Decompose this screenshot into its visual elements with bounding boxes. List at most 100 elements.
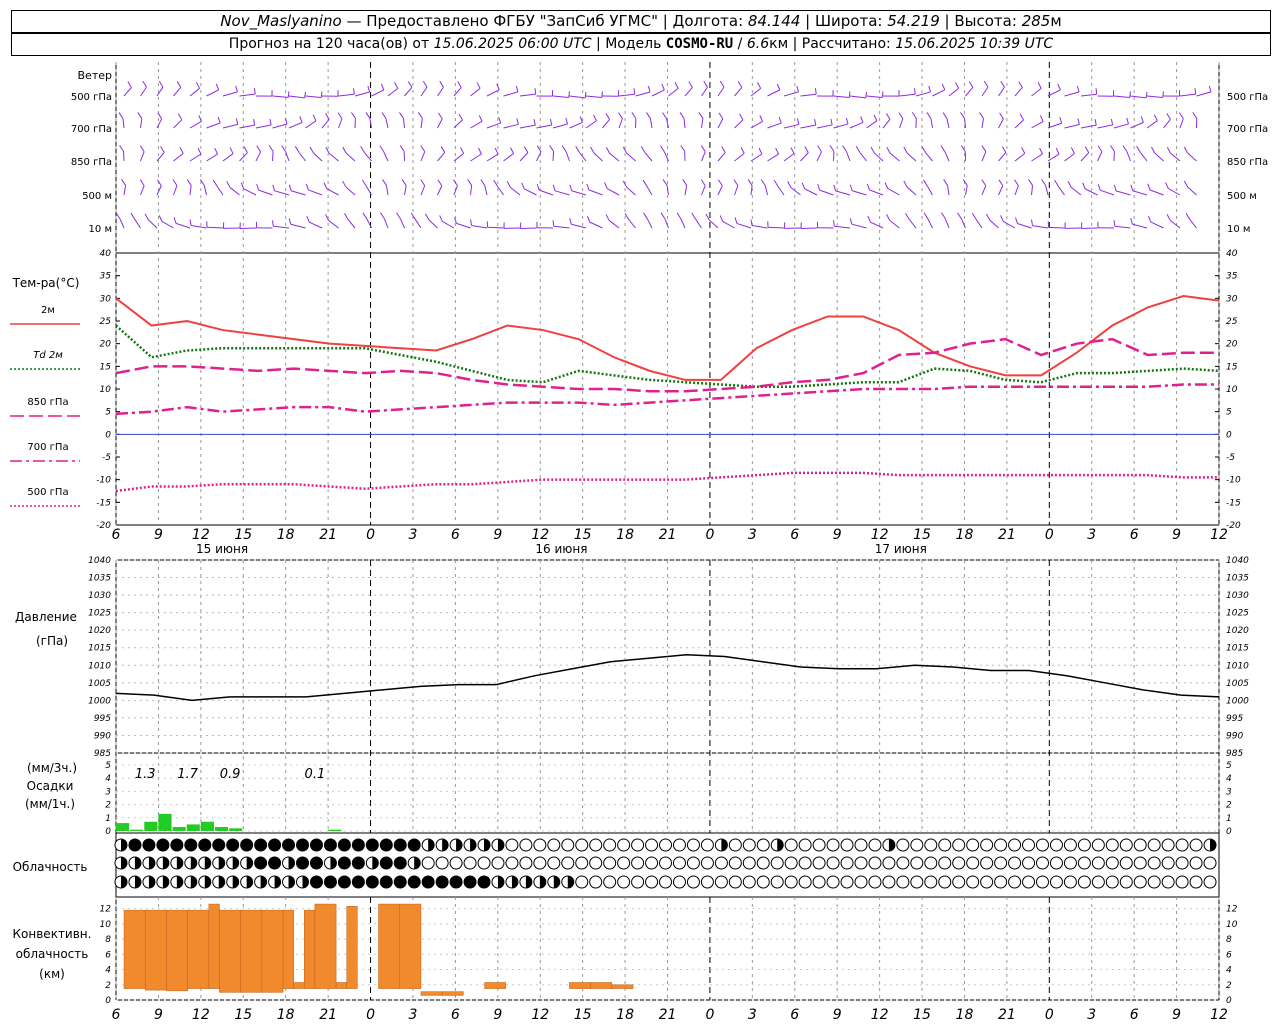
wind-barb: [1031, 153, 1043, 162]
y-tick-label: 12: [100, 905, 112, 915]
wind-barb-flag: [957, 212, 962, 219]
wind-barb-flag: [1150, 146, 1156, 154]
wind-barb-flag: [586, 215, 591, 223]
cloud-symbol-half: [428, 839, 435, 851]
y-tick-label: -10: [96, 476, 111, 486]
cloud-symbol: [756, 856, 770, 870]
wind-barb: [288, 122, 303, 129]
y-tick-label: 1035: [1226, 574, 1249, 584]
cloud-symbol: [617, 875, 631, 889]
wind-barb: [1132, 223, 1148, 229]
wind-barb-flag: [867, 215, 871, 223]
cloud-symbol: [393, 875, 407, 889]
x-tick-label: 9: [1172, 527, 1181, 543]
wind-barb-flag: [1129, 91, 1131, 98]
cloud-symbol-half: [525, 876, 532, 888]
cloud-symbol: [868, 838, 882, 852]
cloud-symbol: [826, 838, 840, 852]
wind-barb: [899, 118, 904, 129]
wind-barb-flag: [1110, 118, 1114, 126]
wind-barb: [1196, 91, 1212, 97]
wind-barb-flag: [905, 213, 910, 220]
cloud-symbol: [1077, 875, 1091, 889]
cloud-symbol: [1175, 838, 1189, 852]
wind-barb: [859, 151, 867, 162]
cloud-symbol: [268, 856, 282, 870]
wind-barb-flag: [660, 145, 665, 153]
cloud-symbol: [1189, 838, 1203, 852]
wind-barb-flag: [1076, 85, 1080, 93]
cloud-symbol: [561, 838, 575, 852]
precip-bar: [229, 828, 243, 831]
cloud-symbol: [1147, 838, 1161, 852]
wind-barb-flag: [703, 80, 708, 88]
wind-barb: [1115, 190, 1131, 196]
cloud-symbol: [212, 838, 226, 852]
cloud-symbol: [742, 875, 756, 889]
cloud-symbol: [728, 856, 742, 870]
wind-barb-flag: [420, 145, 426, 152]
wind-barb-flag: [700, 179, 706, 186]
cloud-symbol: [784, 838, 798, 852]
wind-barb-flag: [1067, 181, 1072, 188]
wind-barb-flag: [304, 91, 306, 98]
wind-barb-flag: [438, 112, 443, 120]
cloud-symbol: [966, 838, 980, 852]
wind-barb-flag: [605, 146, 611, 154]
cloud-symbol: [449, 875, 463, 889]
y-tick-label: 40: [1226, 249, 1238, 259]
wind-barb: [123, 185, 127, 196]
x-tick-label: 18: [956, 1007, 974, 1023]
wind-barb: [239, 93, 256, 97]
wind-barb: [989, 219, 999, 229]
wind-barb: [635, 91, 651, 97]
cloud-symbol-half: [497, 839, 504, 851]
cloud-symbol-half: [218, 876, 225, 888]
wind-barb: [119, 218, 125, 229]
wind-barb: [156, 185, 162, 196]
wind-barb: [819, 189, 834, 196]
wind-barb: [486, 153, 499, 162]
wind-barb-flag: [294, 145, 300, 153]
wind-barb-flag: [773, 179, 779, 187]
wind-barb: [668, 87, 679, 97]
wind-barb: [539, 189, 554, 196]
cloud-symbol: [1035, 875, 1049, 889]
convective-bar: [441, 991, 464, 996]
x-tick-label: 18: [616, 527, 634, 543]
wind-row-label-right: 10 м: [1227, 224, 1250, 235]
wind-barb-flag: [923, 179, 928, 187]
wind-barb-flag: [688, 81, 693, 88]
wind-barb: [717, 152, 726, 162]
wind-barb: [684, 87, 693, 97]
wind-barb: [767, 153, 779, 162]
wind-barb: [1080, 152, 1090, 162]
wind-barb: [734, 152, 745, 162]
cloud-symbol: [686, 856, 700, 870]
wind-barb-flag: [940, 145, 946, 152]
wind-barb: [328, 220, 339, 229]
y-tick-label: 8: [105, 935, 111, 945]
wind-barb-flag: [833, 184, 837, 191]
cloud-symbol: [672, 856, 686, 870]
cloud-symbol: [854, 875, 868, 889]
wind-barb-flag: [590, 146, 595, 154]
wind-barb-flag: [971, 212, 977, 220]
cloud-symbol: [240, 838, 254, 852]
wind-barb-flag: [256, 145, 262, 153]
x-tick-label: 12: [531, 527, 549, 543]
wind-barb-flag: [593, 114, 597, 121]
y-tick-label: 6: [1226, 950, 1232, 960]
y-tick-label: 8: [1226, 935, 1232, 945]
wind-barb-flag: [605, 113, 610, 120]
y-tick-label: -10: [1226, 476, 1241, 486]
wind-barb: [734, 185, 739, 196]
cloud-symbol: [659, 838, 673, 852]
wind-barb-flag: [1147, 215, 1152, 223]
wind-barb-flag: [873, 114, 878, 121]
wind-barb-flag: [733, 179, 739, 186]
wind-barb: [569, 121, 583, 129]
wind-barb: [1080, 124, 1097, 129]
cloud-symbol: [645, 856, 659, 870]
cloud-symbol: [1035, 838, 1049, 852]
